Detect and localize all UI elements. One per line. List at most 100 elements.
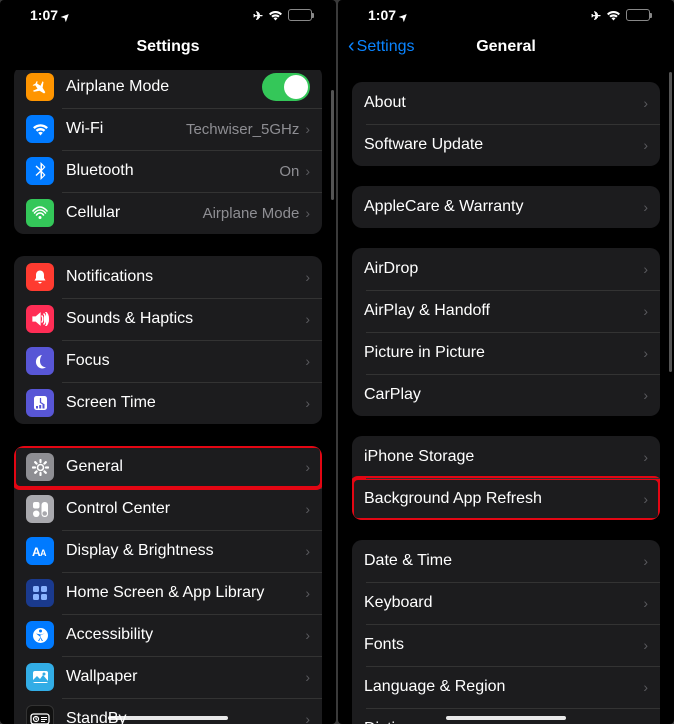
notifications-icon [26, 263, 54, 291]
row-controlcenter[interactable]: Control Center › [14, 488, 322, 530]
home-indicator[interactable] [446, 716, 566, 720]
screentime-icon [26, 389, 54, 417]
row-iphone-storage[interactable]: iPhone Storage › [352, 436, 660, 478]
chevron-right-icon: › [305, 121, 310, 137]
row-label: Wi-Fi [66, 120, 186, 138]
wifi-status-icon [268, 10, 283, 21]
row-label: Dictionary [364, 720, 643, 724]
nav-header: ‹ Settings General [338, 30, 674, 64]
standby-icon [26, 705, 54, 724]
row-label: Control Center [66, 500, 305, 518]
row-label: Date & Time [364, 552, 643, 570]
row-display[interactable]: AA Display & Brightness › [14, 530, 322, 572]
row-label: Software Update [364, 136, 643, 154]
scroll-indicator [669, 72, 672, 372]
row-detail: Airplane Mode [203, 205, 300, 222]
row-bluetooth[interactable]: Bluetooth On › [14, 150, 322, 192]
row-label: Display & Brightness [66, 542, 305, 560]
battery-icon: 33 [626, 9, 650, 21]
chevron-left-icon: ‹ [348, 35, 355, 58]
row-label: Airplane Mode [66, 78, 262, 96]
chevron-right-icon: › [643, 303, 648, 319]
row-accessibility[interactable]: Accessibility › [14, 614, 322, 656]
row-label: Sounds & Haptics [66, 310, 305, 328]
status-bar: 1:07 33 [338, 0, 674, 30]
row-carplay[interactable]: CarPlay › [352, 374, 660, 416]
row-wifi[interactable]: Wi-Fi Techwiser_5GHz › [14, 108, 322, 150]
chevron-right-icon: › [305, 311, 310, 327]
location-icon [62, 7, 70, 23]
row-keyboard[interactable]: Keyboard › [352, 582, 660, 624]
row-focus[interactable]: Focus › [14, 340, 322, 382]
clock: 1:07 [368, 7, 396, 23]
row-label: iPhone Storage [364, 448, 643, 466]
chevron-right-icon: › [643, 491, 648, 507]
chevron-right-icon: › [305, 353, 310, 369]
chevron-right-icon: › [305, 501, 310, 517]
settings-group-connectivity: Airplane Mode Wi-Fi Techwiser_5GHz › Blu… [14, 70, 322, 234]
general-group-storage: iPhone Storage › Background App Refresh … [352, 436, 660, 520]
row-fonts[interactable]: Fonts › [352, 624, 660, 666]
row-label: Background App Refresh [364, 490, 643, 508]
page-title: Settings [136, 38, 199, 56]
row-label: Notifications [66, 268, 305, 286]
battery-icon: 32 [288, 9, 312, 21]
home-indicator[interactable] [108, 716, 228, 720]
row-wallpaper[interactable]: Wallpaper › [14, 656, 322, 698]
chevron-right-icon: › [305, 627, 310, 643]
clock: 1:07 [30, 7, 58, 23]
sounds-icon [26, 305, 54, 333]
row-detail: Techwiser_5GHz [186, 121, 299, 138]
svg-text:A: A [40, 548, 47, 558]
row-label: Language & Region [364, 678, 643, 696]
chevron-right-icon: › [643, 595, 648, 611]
chevron-right-icon: › [643, 95, 648, 111]
row-language-region[interactable]: Language & Region › [352, 666, 660, 708]
airplane-status-icon [591, 7, 601, 23]
chevron-right-icon: › [305, 395, 310, 411]
row-notifications[interactable]: Notifications › [14, 256, 322, 298]
chevron-right-icon: › [643, 637, 648, 653]
chevron-right-icon: › [305, 669, 310, 685]
row-label: General [66, 458, 305, 476]
row-screentime[interactable]: Screen Time › [14, 382, 322, 424]
row-software-update[interactable]: Software Update › [352, 124, 660, 166]
row-airplay[interactable]: AirPlay & Handoff › [352, 290, 660, 332]
row-cellular[interactable]: Cellular Airplane Mode › [14, 192, 322, 234]
chevron-right-icon: › [305, 711, 310, 724]
row-detail: On [279, 163, 299, 180]
controlcenter-icon [26, 495, 54, 523]
row-label: AirDrop [364, 260, 643, 278]
row-airplane-mode[interactable]: Airplane Mode [14, 70, 322, 108]
row-label: Focus [66, 352, 305, 370]
chevron-right-icon: › [643, 261, 648, 277]
settings-group-notifications: Notifications › Sounds & Haptics › Focus… [14, 256, 322, 424]
row-label: Wallpaper [66, 668, 305, 686]
cellular-icon [26, 199, 54, 227]
row-sounds[interactable]: Sounds & Haptics › [14, 298, 322, 340]
chevron-right-icon: › [643, 679, 648, 695]
accessibility-icon [26, 621, 54, 649]
row-label: Picture in Picture [364, 344, 643, 362]
row-label: Fonts [364, 636, 643, 654]
row-label: Keyboard [364, 594, 643, 612]
chevron-right-icon: › [643, 553, 648, 569]
row-pip[interactable]: Picture in Picture › [352, 332, 660, 374]
general-group-applecare: AppleCare & Warranty › [352, 186, 660, 228]
general-screen: 1:07 33 ‹ Settings General About › [338, 0, 674, 724]
bluetooth-icon [26, 157, 54, 185]
back-button[interactable]: ‹ Settings [348, 37, 414, 58]
airplane-toggle[interactable] [262, 73, 310, 101]
row-label: About [364, 94, 643, 112]
chevron-right-icon: › [305, 269, 310, 285]
row-applecare[interactable]: AppleCare & Warranty › [352, 186, 660, 228]
row-standby[interactable]: StandBy › [14, 698, 322, 724]
row-homescreen[interactable]: Home Screen & App Library › [14, 572, 322, 614]
row-airdrop[interactable]: AirDrop › [352, 248, 660, 290]
row-about[interactable]: About › [352, 82, 660, 124]
row-background-app-refresh[interactable]: Background App Refresh › [352, 478, 660, 520]
chevron-right-icon: › [643, 387, 648, 403]
row-general[interactable]: General › [14, 446, 322, 488]
settings-screen: 1:07 32 Settings Airplane Mode [0, 0, 336, 724]
row-date-time[interactable]: Date & Time › [352, 540, 660, 582]
